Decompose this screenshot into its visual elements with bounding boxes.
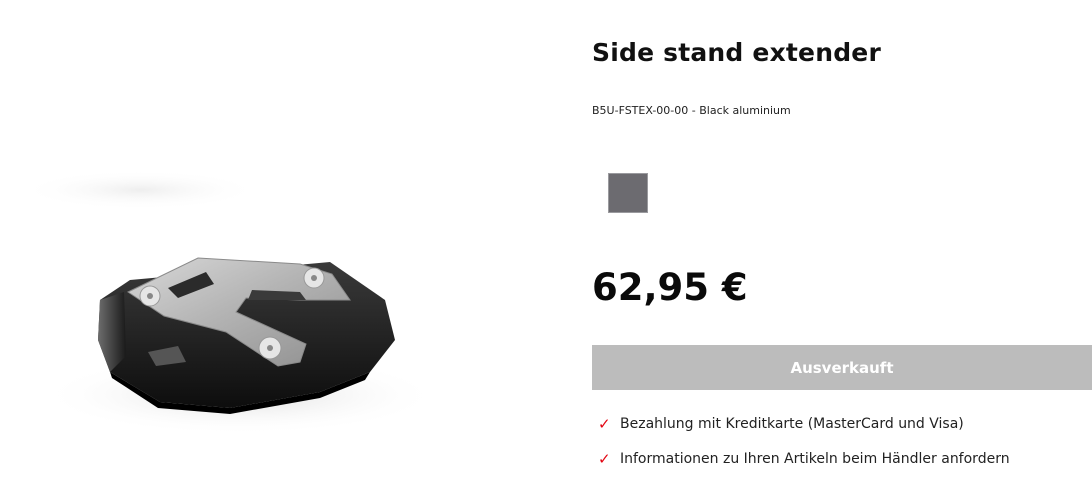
- product-image[interactable]: [0, 0, 560, 477]
- product-price: 62,95 €: [592, 266, 748, 309]
- sold-out-button[interactable]: Ausverkauft: [592, 345, 1092, 390]
- feature-text: Informationen zu Ihren Artikeln beim Hän…: [620, 451, 1010, 467]
- feature-item-dealer-info[interactable]: ✓ Informationen zu Ihren Artikeln beim H…: [592, 447, 1010, 471]
- feature-text: Bezahlung mit Kreditkarte (MasterCard un…: [620, 416, 964, 432]
- product-title: Side stand extender: [592, 38, 881, 67]
- product-info: Side stand extender B5U-FSTEX-00-00 - Bl…: [592, 0, 1092, 477]
- product-sku: B5U-FSTEX-00-00 - Black aluminium: [592, 104, 791, 117]
- checkmark-icon: ✓: [598, 449, 611, 468]
- color-swatch-black-aluminium[interactable]: [608, 173, 648, 213]
- feature-list: ✓ Bezahlung mit Kreditkarte (MasterCard …: [592, 412, 1010, 477]
- checkmark-icon: ✓: [598, 414, 611, 433]
- side-stand-extender-illustration: [20, 170, 440, 435]
- feature-item-credit-card: ✓ Bezahlung mit Kreditkarte (MasterCard …: [592, 412, 1010, 436]
- product-page: Side stand extender B5U-FSTEX-00-00 - Bl…: [0, 0, 1092, 477]
